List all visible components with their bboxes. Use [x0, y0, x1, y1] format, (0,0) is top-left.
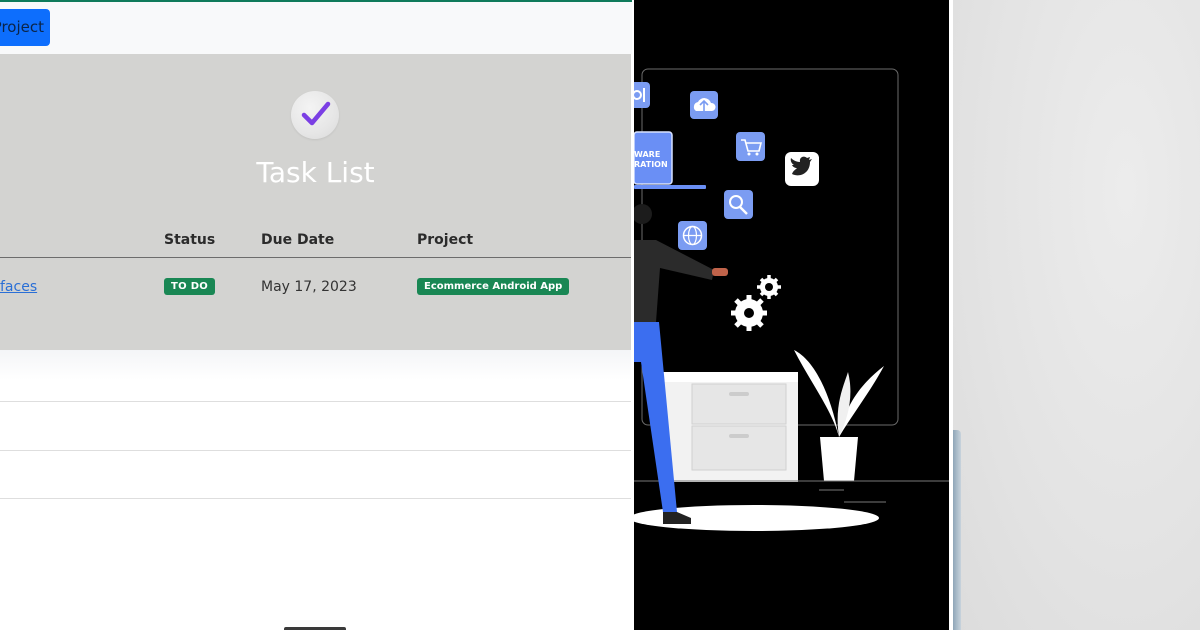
cabinet [662, 372, 798, 482]
settings-icon [628, 82, 650, 108]
plant [794, 350, 884, 481]
status-badge: TO DO [164, 278, 216, 295]
column-header-project[interactable]: Project [417, 232, 473, 248]
section-fade [0, 350, 631, 380]
task-list-card: Task List Status Due Date Project faces … [0, 54, 631, 350]
project-badge[interactable]: Ecommerce Android App [417, 278, 570, 295]
search-icon [724, 190, 753, 219]
list-divider [0, 498, 631, 499]
due-date-value: May 17, 2023 [261, 279, 357, 295]
toolbar: Project [0, 2, 632, 54]
person-sleeve [953, 430, 961, 630]
page-title: Task List [256, 156, 375, 189]
list-divider [0, 401, 631, 402]
illustration-panel: WARE RATION [628, 0, 949, 630]
task-app-panel: Project Task List Status Due Date Projec… [0, 0, 634, 630]
cart-icon [736, 132, 765, 161]
task-name-link[interactable]: faces [0, 279, 37, 295]
laptop-icon: WARE RATION [633, 131, 706, 189]
checkmark-icon [291, 91, 339, 139]
svg-text:WARE: WARE [634, 150, 660, 159]
column-header-status[interactable]: Status [164, 232, 215, 248]
table-header-divider [0, 257, 631, 258]
column-header-due-date[interactable]: Due Date [261, 232, 334, 248]
new-project-button[interactable]: Project [0, 9, 50, 46]
list-divider [0, 450, 631, 451]
svg-text:RATION: RATION [634, 160, 668, 169]
gears-icon [731, 275, 781, 331]
twitter-icon [785, 152, 819, 186]
software-integration-illustration: WARE RATION [628, 68, 949, 531]
globe-icon [678, 221, 707, 250]
cloud-upload-icon [690, 91, 718, 119]
photo-panel [953, 0, 1200, 630]
